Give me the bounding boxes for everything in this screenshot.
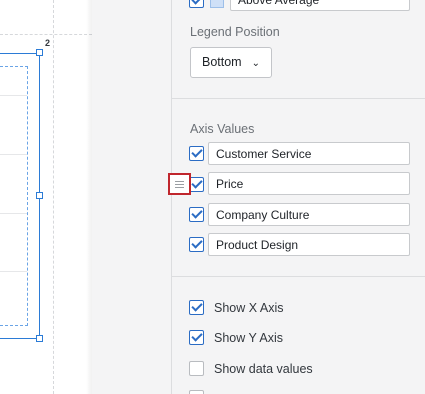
- show-data-values-label[interactable]: Show data values: [214, 362, 313, 376]
- axis-value-checkbox[interactable]: [189, 237, 204, 252]
- resize-handle-bottom-right[interactable]: [36, 335, 43, 342]
- show-y-axis-checkbox[interactable]: [189, 330, 204, 345]
- chart-gridline: [0, 213, 27, 214]
- canvas-sidebar-gutter: [92, 0, 171, 394]
- section-divider: [172, 98, 425, 99]
- canvas-guide-vertical: [53, 0, 54, 394]
- legend-position-label: Legend Position: [190, 25, 280, 39]
- section-divider: [172, 276, 425, 277]
- widget-index-label: 2: [45, 38, 51, 48]
- chart-gridline: [0, 154, 27, 155]
- axis-value-field-price[interactable]: Price: [208, 172, 410, 195]
- resize-handle-right[interactable]: [36, 192, 43, 199]
- drag-handle-icon[interactable]: [168, 173, 191, 195]
- canvas-guide-horizontal: [0, 34, 92, 35]
- show-y-axis-label[interactable]: Show Y Axis: [214, 331, 283, 345]
- resize-handle-top-right[interactable]: [36, 49, 43, 56]
- show-x-axis-checkbox[interactable]: [189, 300, 204, 315]
- axis-values-label: Axis Values: [190, 122, 255, 136]
- legend-color-swatch[interactable]: [210, 0, 224, 8]
- chart-gridline: [0, 95, 27, 96]
- chevron-down-icon: ⌄: [251, 58, 260, 69]
- chart-plot-area: [0, 66, 28, 326]
- chart-gridline: [0, 271, 27, 272]
- show-data-values-checkbox[interactable]: [189, 361, 204, 376]
- report-canvas[interactable]: 2: [0, 0, 92, 394]
- axis-value-field-customer-service[interactable]: Customer Service: [208, 142, 410, 165]
- legend-item-field[interactable]: Above Average: [230, 0, 410, 11]
- axis-value-field-product-design[interactable]: Product Design: [208, 233, 410, 256]
- chart-settings-panel: Above Average Legend Position Bottom ⌄ Ax…: [171, 0, 425, 394]
- axis-value-field-company-culture[interactable]: Company Culture: [208, 203, 410, 226]
- axis-value-checkbox[interactable]: [189, 207, 204, 222]
- show-x-axis-label[interactable]: Show X Axis: [214, 301, 283, 315]
- next-option-checkbox[interactable]: [189, 390, 204, 394]
- legend-position-dropdown[interactable]: Bottom ⌄: [190, 47, 272, 78]
- axis-value-checkbox[interactable]: [189, 177, 204, 192]
- axis-value-checkbox[interactable]: [189, 146, 204, 161]
- legend-position-value: Bottom: [202, 55, 242, 69]
- legend-item-checkbox[interactable]: [189, 0, 204, 8]
